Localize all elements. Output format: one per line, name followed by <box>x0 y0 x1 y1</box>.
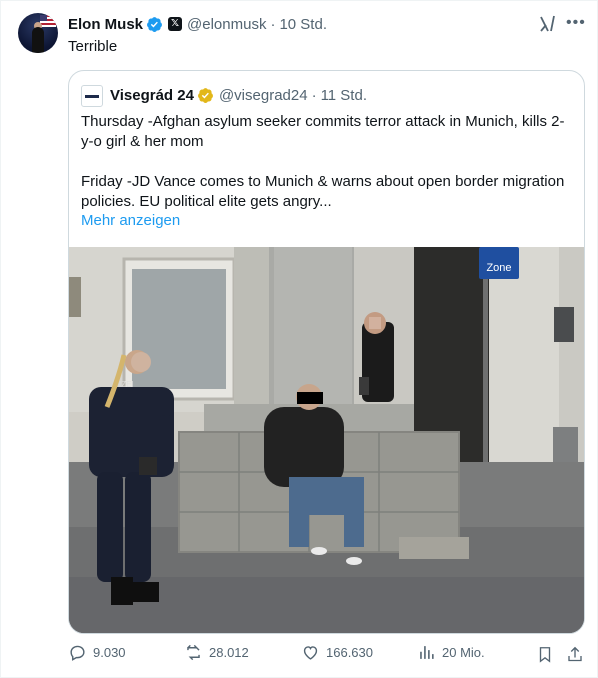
verified-badge-icon <box>147 16 162 32</box>
repost-button[interactable]: 28.012 <box>184 643 249 662</box>
quoted-handle[interactable]: @visegrad24 <box>219 87 308 104</box>
reply-count: 9.030 <box>93 645 126 660</box>
quoted-photo[interactable]: Zone IZEI <box>69 247 584 633</box>
grok-icon[interactable] <box>538 14 558 34</box>
views-count: 20 Mio. <box>442 645 485 660</box>
separator-dot: · <box>311 87 317 104</box>
quoted-time[interactable]: 11 Std. <box>321 87 367 104</box>
reply-button[interactable]: 9.030 <box>68 643 126 662</box>
quoted-header: Visegrád 24 @visegrad24 · 11 Std. <box>110 87 367 104</box>
author-handle[interactable]: @elonmusk <box>187 16 266 33</box>
repost-count: 28.012 <box>209 645 249 660</box>
views-button[interactable]: 20 Mio. <box>417 643 485 662</box>
quoted-paragraph-1: Thursday -Afghan asylum seeker commits t… <box>81 113 565 150</box>
more-options-icon[interactable]: ••• <box>566 14 585 34</box>
share-icon[interactable] <box>566 645 584 664</box>
flag-graphic <box>40 15 56 27</box>
author-avatar[interactable] <box>18 13 58 53</box>
zone-sign-text: Zone <box>486 262 511 274</box>
tweet-header: Elon Musk 𝕏 @elonmusk · 10 Std. <box>68 14 327 34</box>
views-chart-icon <box>420 646 434 659</box>
quoted-author-name[interactable]: Visegrád 24 <box>110 87 194 104</box>
gold-verified-badge-icon <box>198 88 213 103</box>
separator-dot: · <box>270 15 276 33</box>
vest-label: IZEI <box>119 380 134 389</box>
action-bar: 9.030 28.012 166.630 20 Mio. <box>1 643 598 669</box>
avatar-body <box>32 27 44 53</box>
repost-icon <box>187 644 200 661</box>
tweet[interactable]: Elon Musk 𝕏 @elonmusk · 10 Std. ••• Terr… <box>0 0 598 678</box>
show-more-link[interactable]: Mehr anzeigen <box>81 212 180 229</box>
x-logo-badge-icon: 𝕏 <box>168 17 183 31</box>
reply-icon <box>70 645 85 661</box>
like-count: 166.630 <box>326 645 373 660</box>
quoted-tweet[interactable]: Visegrád 24 @visegrad24 · 11 Std. Thursd… <box>68 70 585 634</box>
quoted-text: Thursday -Afghan asylum seeker commits t… <box>81 112 576 212</box>
author-name[interactable]: Elon Musk <box>68 16 143 33</box>
tweet-text: Terrible <box>68 38 118 55</box>
bookmark-icon[interactable] <box>536 645 554 664</box>
quoted-paragraph-2: Friday -JD Vance comes to Munich & warns… <box>81 173 565 210</box>
tweet-time[interactable]: 10 Std. <box>279 16 327 33</box>
quoted-avatar[interactable] <box>81 85 103 107</box>
like-button[interactable]: 166.630 <box>301 643 373 662</box>
heart-icon <box>303 646 318 660</box>
